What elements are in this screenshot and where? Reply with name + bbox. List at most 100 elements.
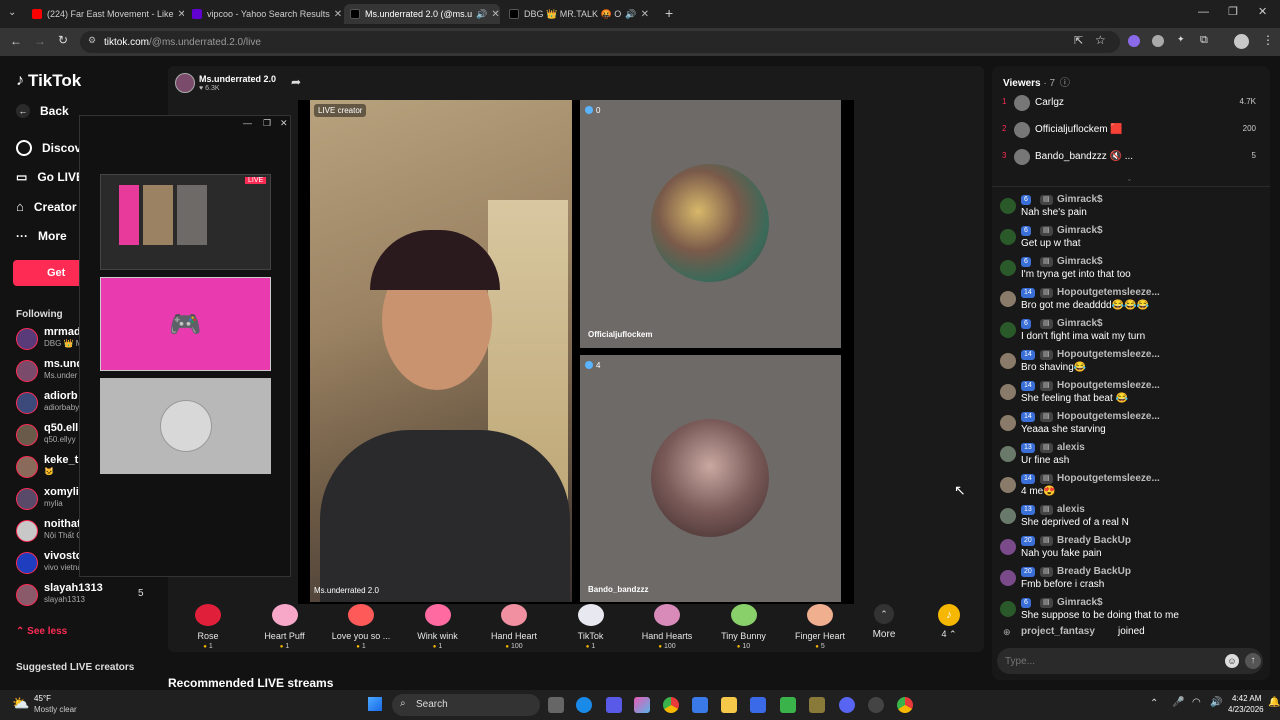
taskbar-search[interactable]: ⌕ Search: [392, 694, 540, 716]
app-icon[interactable]: [809, 697, 825, 713]
chat-username[interactable]: Bready BackUp: [1057, 566, 1131, 577]
chat-avatar[interactable]: [1000, 477, 1016, 493]
top-viewer-row[interactable]: 1 Carlgz 4.7K: [1002, 94, 1264, 114]
gift-item[interactable]: Hand Heart 100: [484, 604, 544, 650]
chat-username[interactable]: Bready BackUp: [1057, 535, 1131, 546]
notification-bell-icon[interactable]: 🔔: [1268, 697, 1280, 708]
close-icon[interactable]: ✕: [280, 118, 288, 129]
store-icon[interactable]: [692, 697, 708, 713]
chat-username[interactable]: Hopoutgetemsleeze...: [1057, 411, 1160, 422]
tiktok-logo[interactable]: ♪ TikTok: [16, 71, 81, 91]
back-arrow-icon[interactable]: ←: [10, 34, 22, 48]
microphone-icon[interactable]: 🎤: [1172, 697, 1184, 708]
gift-item[interactable]: Heart Puff 1: [255, 604, 315, 650]
restore-icon[interactable]: ❐: [263, 118, 271, 129]
chevron-down-icon[interactable]: ⌄: [1126, 174, 1133, 183]
close-icon[interactable]: ✕: [637, 9, 649, 20]
chrome-icon[interactable]: [897, 697, 913, 713]
coin-balance-button[interactable]: ♪ 4 ⌃: [934, 604, 964, 640]
chat-avatar[interactable]: [1000, 229, 1016, 245]
tab-list-icon[interactable]: ⌄: [8, 7, 16, 18]
window-close-icon[interactable]: ✕: [1258, 5, 1267, 18]
guest2-name[interactable]: Bando_bandzzz: [588, 585, 648, 594]
app-icon[interactable]: [750, 697, 766, 713]
gift-item[interactable]: Finger Heart 5: [790, 604, 850, 650]
chat-avatar[interactable]: [1000, 198, 1016, 214]
chat-username[interactable]: Gimrack$: [1057, 194, 1103, 205]
chevron-up-icon[interactable]: ⌃: [1150, 698, 1158, 709]
app-icon[interactable]: [868, 697, 884, 713]
close-icon[interactable]: ✕: [174, 9, 184, 20]
minimize-icon[interactable]: —: [1198, 6, 1209, 18]
viewers-heading[interactable]: Viewers · 7 ⓘ: [1003, 74, 1070, 89]
tab-youtube[interactable]: (224) Far East Movement - Like ✕: [26, 4, 184, 24]
chat-username[interactable]: Hopoutgetemsleeze...: [1057, 287, 1160, 298]
back-link[interactable]: ← Back: [16, 104, 69, 118]
chat-avatar[interactable]: [1000, 415, 1016, 431]
chat-avatar[interactable]: [1000, 260, 1016, 276]
tab-tiktok-dbg[interactable]: DBG 👑 MR.TALK 🤬 OF F'i DA 🔊 ✕: [503, 4, 655, 24]
forward-arrow-icon[interactable]: →: [34, 34, 46, 48]
chat-username[interactable]: Gimrack$: [1057, 256, 1103, 267]
clock-date[interactable]: 4/23/2026: [1228, 705, 1264, 714]
site-info-icon[interactable]: ⚙: [88, 35, 96, 46]
extension-icon[interactable]: ✦: [1177, 34, 1185, 45]
guest1-name[interactable]: Officialjuflockem: [588, 330, 652, 339]
chat-username[interactable]: Gimrack$: [1057, 597, 1103, 608]
copilot-icon[interactable]: [634, 697, 650, 713]
wifi-icon[interactable]: ◠: [1192, 697, 1201, 708]
top-viewer-row[interactable]: 3 Bando_bandzzz 🔇 ... 5: [1002, 148, 1264, 168]
chat-username[interactable]: alexis: [1057, 442, 1085, 453]
chat-avatar[interactable]: [1000, 539, 1016, 555]
user-tile[interactable]: [100, 378, 271, 474]
restore-icon[interactable]: ❐: [1228, 5, 1238, 18]
chrome-icon[interactable]: [663, 697, 679, 713]
xbox-icon[interactable]: [780, 697, 796, 713]
see-less-link[interactable]: ⌃ See less: [16, 626, 67, 637]
chat-username[interactable]: alexis: [1057, 504, 1085, 515]
chat-username[interactable]: Hopoutgetemsleeze...: [1057, 349, 1160, 360]
file-explorer-icon[interactable]: [721, 697, 737, 713]
top-viewer-row[interactable]: 2 Officialjuflockem 🟥 200: [1002, 121, 1264, 141]
weather-desc[interactable]: Mostly clear: [34, 705, 77, 714]
chat-avatar[interactable]: [1000, 353, 1016, 369]
nav-creator[interactable]: ⌂ Creator: [16, 199, 77, 214]
chat-avatar[interactable]: [1000, 570, 1016, 586]
share-icon[interactable]: ➦: [291, 75, 301, 89]
chat-avatar[interactable]: [1000, 322, 1016, 338]
chat-username[interactable]: Hopoutgetemsleeze...: [1057, 473, 1160, 484]
send-icon[interactable]: ↑: [1245, 653, 1261, 669]
weather-temp[interactable]: 45°F: [34, 694, 51, 703]
tab-tiktok-live[interactable]: Ms.underrated 2.0 (@ms.u 🔊 ✕: [344, 4, 500, 24]
chat-avatar[interactable]: [1000, 446, 1016, 462]
chat-username[interactable]: Gimrack$: [1057, 225, 1103, 236]
chat-avatar[interactable]: [1000, 384, 1016, 400]
extension-icon[interactable]: [1152, 35, 1164, 47]
host-name[interactable]: Ms.underrated 2.0: [199, 74, 276, 84]
gift-item[interactable]: Love you so ... 1: [331, 604, 391, 650]
discord-icon[interactable]: [839, 697, 855, 713]
following-item[interactable]: slayah1313 slayah1313 5: [16, 582, 156, 610]
nav-more[interactable]: ··· More: [16, 229, 67, 243]
volume-icon[interactable]: 🔊: [1210, 697, 1222, 708]
clock-time[interactable]: 4:42 AM: [1232, 694, 1261, 703]
browser-menu-icon[interactable]: ⋮: [1262, 33, 1274, 47]
edge-icon[interactable]: [576, 697, 592, 713]
extension-icon[interactable]: [1128, 35, 1140, 47]
speaker-icon[interactable]: 🔊: [625, 9, 636, 20]
gift-item[interactable]: Wink wink 1: [408, 604, 468, 650]
chat-username[interactable]: Gimrack$: [1057, 318, 1103, 329]
chat-avatar[interactable]: [1000, 291, 1016, 307]
windows-start-icon[interactable]: [368, 697, 382, 711]
bookmark-star-icon[interactable]: ☆: [1095, 33, 1106, 47]
join-user[interactable]: project_fantasy: [1021, 626, 1095, 637]
discord-tile[interactable]: 🎮: [100, 277, 271, 371]
gifts-more-button[interactable]: ⌃ More: [864, 604, 904, 640]
task-view-icon[interactable]: [548, 697, 564, 713]
chat-username[interactable]: Hopoutgetemsleeze...: [1057, 380, 1160, 391]
chat-avatar[interactable]: [1000, 601, 1016, 617]
teams-icon[interactable]: [606, 697, 622, 713]
chat-avatar[interactable]: [1000, 508, 1016, 524]
url-field[interactable]: ⚙ tiktok.com/@ms.underrated.2.0/live: [80, 31, 1120, 53]
chat-input-box[interactable]: ☺ ↑: [997, 648, 1263, 674]
